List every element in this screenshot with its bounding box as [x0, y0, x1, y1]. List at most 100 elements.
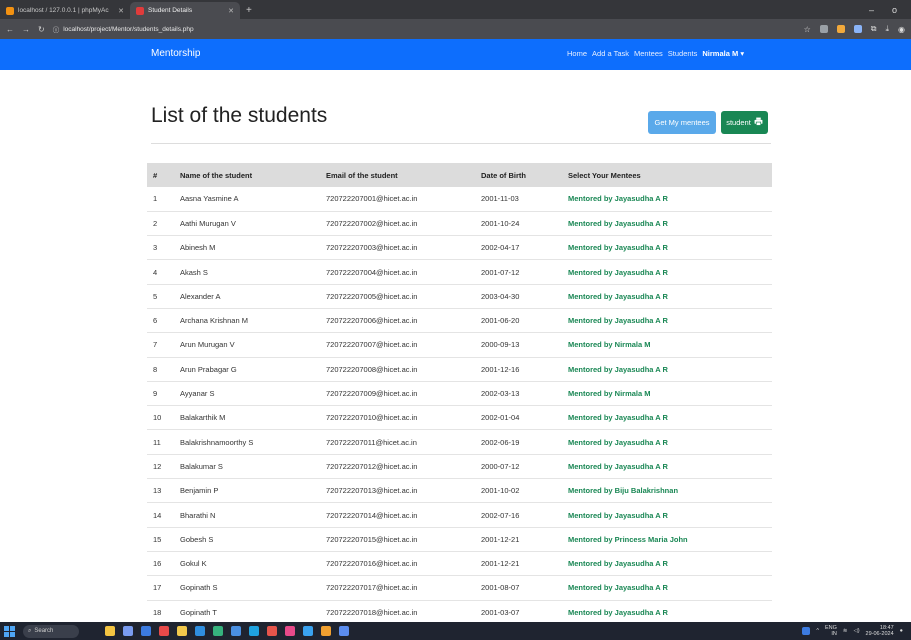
nav-link-add-task[interactable]: Add a Task: [592, 49, 629, 58]
taskbar-app-icon[interactable]: [285, 626, 295, 636]
mentor-status[interactable]: Mentored by Nirmala M: [562, 332, 772, 358]
taskbar-app-icon[interactable]: [231, 626, 241, 636]
extension-icon[interactable]: [853, 25, 862, 33]
maximize-button[interactable]: o: [892, 5, 897, 15]
mentor-status[interactable]: Mentored by Jayasudha A R: [562, 187, 772, 212]
taskbar-app-icon[interactable]: [123, 626, 133, 636]
nav-link-home[interactable]: Home: [567, 49, 587, 58]
browser-tab[interactable]: localhost / 127.0.0.1 | phpMyAc ✕: [0, 2, 130, 19]
taskbar-app-icon[interactable]: [177, 626, 187, 636]
forward-icon[interactable]: →: [22, 25, 30, 34]
extension-icon[interactable]: [819, 25, 828, 33]
new-tab-button[interactable]: +: [240, 2, 258, 19]
window-controls: – o: [869, 0, 911, 19]
get-my-mentees-button[interactable]: Get My mentees: [648, 111, 716, 134]
close-tab-icon[interactable]: ✕: [118, 7, 124, 15]
student-dob: 2001-03-07: [475, 600, 562, 625]
student-email: 720722207003@hicet.ac.in: [320, 235, 475, 261]
mentor-status[interactable]: Mentored by Jayasudha A R: [562, 211, 772, 237]
student-name: Gopinath T: [174, 600, 320, 625]
table-row: 12 Balakumar S 720722207012@hicet.ac.in 200…: [147, 454, 772, 480]
tab-label: localhost / 127.0.0.1 | phpMyAc: [18, 7, 109, 14]
tray-app-icon[interactable]: [802, 627, 811, 635]
wifi-icon[interactable]: ≋: [843, 628, 848, 634]
taskbar-app-icon[interactable]: [213, 626, 223, 636]
student-name: Balakarthik M: [174, 405, 320, 431]
student-dob: 2000-09-13: [475, 332, 562, 358]
extension-icon[interactable]: [836, 25, 845, 33]
row-number: 18: [147, 600, 174, 625]
nav-link-mentees[interactable]: Mentees: [634, 49, 663, 58]
profile-avatar-icon[interactable]: ◉: [898, 25, 905, 34]
student-name: Arun Murugan V: [174, 332, 320, 358]
mentor-status[interactable]: Mentored by Jayasudha A R: [562, 308, 772, 334]
download-icon[interactable]: ⤓: [885, 24, 889, 34]
phpmyadmin-favicon-icon: [6, 6, 14, 15]
student-dob: 2001-12-16: [475, 357, 562, 382]
mentor-status[interactable]: Mentored by Jayasudha A R: [562, 405, 772, 431]
taskbar-app-icon[interactable]: [141, 626, 151, 636]
row-number: 14: [147, 502, 174, 528]
mentor-status[interactable]: Mentored by Jayasudha A R: [562, 284, 772, 309]
user-name: Nirmala M: [702, 49, 739, 58]
volume-icon[interactable]: ◁): [853, 628, 859, 634]
bookmark-star-icon[interactable]: ☆: [804, 25, 811, 34]
clock[interactable]: 18:47 29-06-2024: [866, 625, 894, 638]
mentor-status[interactable]: Mentored by Jayasudha A R: [562, 502, 772, 528]
site-info-icon[interactable]: ⓘ: [53, 24, 60, 34]
taskbar-app-icon[interactable]: [159, 626, 169, 636]
extensions-puzzle-icon[interactable]: ⧉: [871, 24, 877, 34]
student-dob: 2002-03-13: [475, 381, 562, 407]
student-email: 720722207007@hicet.ac.in: [320, 332, 475, 358]
taskbar-app-icon[interactable]: [321, 626, 331, 636]
mentor-status[interactable]: Mentored by Jayasudha A R: [562, 454, 772, 480]
back-icon[interactable]: ←: [6, 25, 14, 34]
student-name: Gokul K: [174, 551, 320, 577]
mentor-status[interactable]: Mentored by Jayasudha A R: [562, 551, 772, 577]
taskbar-app-icon[interactable]: [105, 626, 115, 636]
row-number: 12: [147, 454, 174, 480]
taskbar-app-icon[interactable]: [339, 626, 349, 636]
notification-bell-icon[interactable]: ●: [900, 628, 903, 634]
mentor-status[interactable]: Mentored by Jayasudha A R: [562, 357, 772, 382]
mentor-status[interactable]: Mentored by Jayasudha A R: [562, 429, 772, 455]
minimize-button[interactable]: –: [869, 5, 874, 15]
language-indicator[interactable]: ENG IN: [825, 625, 837, 638]
site-favicon-icon: [136, 6, 144, 15]
taskbar-app-icon[interactable]: [267, 626, 277, 636]
mentor-status[interactable]: Mentored by Nirmala M: [562, 381, 772, 407]
student-dob: 2002-01-04: [475, 405, 562, 431]
region-label: IN: [831, 631, 837, 637]
windows-start-icon[interactable]: [4, 625, 15, 637]
close-tab-icon[interactable]: ✕: [228, 7, 234, 15]
taskbar-app-icon[interactable]: [303, 626, 313, 636]
user-menu[interactable]: Nirmala M ▾: [702, 49, 744, 58]
row-number: 4: [147, 259, 174, 285]
mentor-status[interactable]: Mentored by Jayasudha A R: [562, 600, 772, 625]
reload-icon[interactable]: ↻: [38, 25, 45, 34]
chevron-up-icon[interactable]: ^: [816, 628, 819, 634]
mentor-status[interactable]: Mentored by Jayasudha A R: [562, 259, 772, 285]
navbar-brand[interactable]: Mentorship: [151, 48, 200, 59]
browser-tab-active[interactable]: Student Details ✕: [130, 2, 240, 19]
student-dob: 2003-04-30: [475, 284, 562, 309]
printer-icon: [754, 117, 763, 128]
column-header-mentees: Select Your Mentees: [562, 163, 772, 187]
table-row: 11 Balakrishnamoorthy S 720722207011@hicet…: [147, 429, 772, 455]
nav-link-students[interactable]: Students: [668, 49, 698, 58]
student-print-button[interactable]: student: [721, 111, 768, 134]
taskbar-app-icon[interactable]: [195, 626, 205, 636]
mentor-status[interactable]: Mentored by Jayasudha A R: [562, 235, 772, 261]
page-title: List of the students: [151, 104, 328, 127]
address-bar[interactable]: ⓘ localhost/project/Mentor/students_deta…: [53, 24, 194, 35]
taskbar-search[interactable]: ⌕ Search: [23, 624, 79, 638]
student-email: 720722207014@hicet.ac.in: [320, 502, 475, 528]
table-row: 14 Bharathi N 720722207014@hicet.ac.in 2002…: [147, 502, 772, 528]
mentor-status[interactable]: Mentored by Jayasudha A R: [562, 575, 772, 601]
mentor-status[interactable]: Mentored by Princess Maria John: [562, 527, 772, 552]
taskbar-app-icon[interactable]: [249, 626, 259, 636]
column-header-name: Name of the student: [174, 163, 320, 187]
students-table: # Name of the student Email of the stude…: [147, 163, 772, 625]
mentor-status[interactable]: Mentored by Biju Balakrishnan: [562, 478, 772, 504]
site-navbar: Mentorship Home Add a Task Mentees Stude…: [0, 39, 911, 70]
